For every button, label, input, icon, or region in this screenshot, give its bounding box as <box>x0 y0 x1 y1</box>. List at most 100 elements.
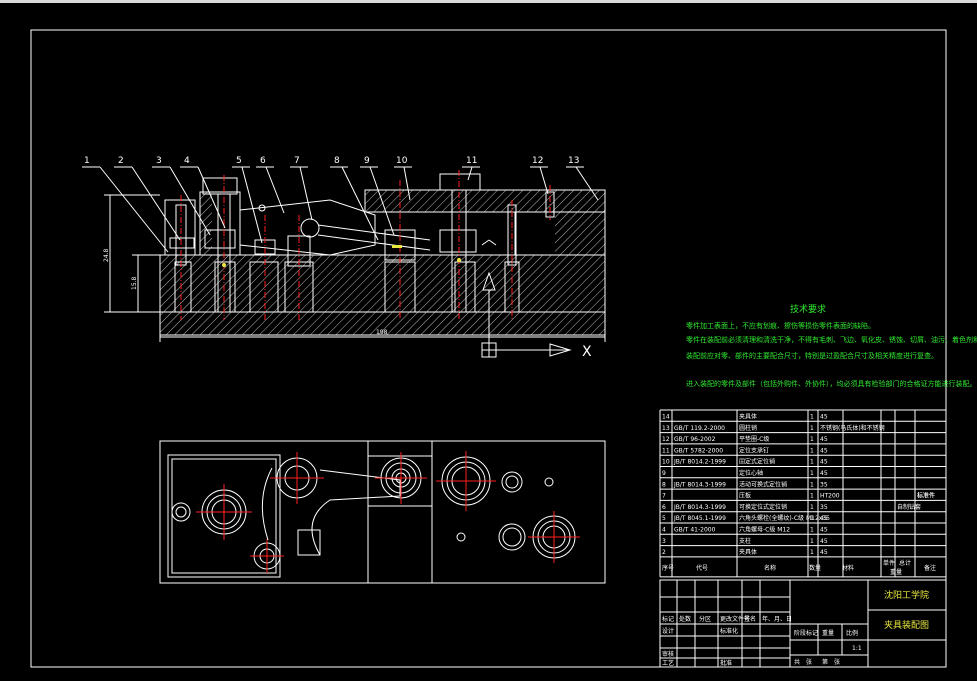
parts-cell: JB/T 8014.3-1999 <box>673 504 726 511</box>
balloon-7: 7 <box>294 156 300 166</box>
parts-cell: GB/T 41-2000 <box>674 527 716 534</box>
parts-cell: 11 <box>662 447 670 454</box>
parts-cell: JB/T 8014.3-1999 <box>673 481 726 488</box>
balloon-2: 2 <box>118 156 124 166</box>
tech-req-line-1: 零件加工表面上，不应有划痕、擦伤等损伤零件表面的缺陷。 <box>686 321 875 330</box>
parts-cell: 夹具体 <box>739 548 757 556</box>
parts-cell: 1 <box>810 527 814 534</box>
svg-text:张: 张 <box>806 658 812 666</box>
tech-req-title: 技术要求 <box>790 303 826 315</box>
balloon-3: 3 <box>156 156 162 166</box>
balloon-1: 1 <box>84 156 90 166</box>
parts-cell: 45 <box>820 414 828 421</box>
parts-cell: 13 <box>662 425 670 432</box>
parts-cell: 固定式定位销 <box>739 458 775 466</box>
svg-text:签名: 签名 <box>744 615 756 623</box>
parts-cell: 1 <box>810 493 814 500</box>
parts-cell: HT200 <box>820 493 840 500</box>
parts-cell: 1 <box>810 414 814 421</box>
balloon-10: 10 <box>396 156 408 166</box>
parts-cell: 1 <box>810 459 814 466</box>
parts-cell: GB/T 119.2-2000 <box>674 425 725 432</box>
svg-text:共: 共 <box>794 658 800 666</box>
parts-cell: 1 <box>810 504 814 511</box>
parts-cell: 45 <box>820 436 828 443</box>
parts-cell: 1 <box>810 447 814 454</box>
parts-cell: 14 <box>662 414 670 421</box>
parts-cell: 1 <box>810 515 814 522</box>
svg-text:阶段标记: 阶段标记 <box>794 629 818 637</box>
parts-cell: 35 <box>820 504 828 511</box>
parts-cell: 可换定位式定位销 <box>739 503 787 511</box>
svg-text:设计: 设计 <box>662 627 674 635</box>
balloon-8: 8 <box>334 156 340 166</box>
svg-text:第: 第 <box>822 658 828 666</box>
parts-cell: 6 <box>662 504 666 511</box>
parts-cell: 夹具体 <box>739 413 757 421</box>
balloon-6: 6 <box>260 156 266 166</box>
technical-requirements: 技术要求 零件加工表面上，不应有划痕、擦伤等损伤零件表面的缺陷。 零件在装配前必… <box>686 303 977 388</box>
parts-header: 代号 <box>696 564 708 572</box>
top-view <box>159 440 606 584</box>
parts-cell: 2 <box>662 549 666 556</box>
parts-header: 序号 <box>662 564 674 572</box>
parts-cell: 12 <box>662 436 670 443</box>
parts-cell: 1 <box>810 549 814 556</box>
svg-text:年、月、日: 年、月、日 <box>762 615 792 623</box>
dim-inner-height: 15.8 <box>131 276 138 290</box>
parts-cell: 4 <box>662 527 666 534</box>
parts-cell: 45 <box>820 549 828 556</box>
title-block: 沈阳工学院 夹具装配图 1:1 标记 处数 分区 更改文件号 签名 年、月、日 … <box>659 579 947 668</box>
parts-cell: 支柱 <box>739 537 751 545</box>
dim-overall-length: 198 <box>376 329 388 336</box>
parts-header: 备注 <box>924 564 936 572</box>
parts-cell: 1 <box>810 470 814 477</box>
cad-drawing-canvas[interactable]: 1 2 3 4 5 6 7 8 9 10 11 12 13 24.8 15.8 … <box>0 3 977 681</box>
drawing-name: 夹具装配图 <box>884 619 929 631</box>
tech-req-line-3: 装配前应对零、部件的主要配合尺寸，特别是过盈配合尺寸及相关精度进行复查。 <box>686 351 938 360</box>
parts-cell: 45 <box>820 447 828 454</box>
front-section-view <box>159 170 606 345</box>
balloon-13: 13 <box>568 156 579 166</box>
parts-cell: 45 <box>820 515 828 522</box>
balloon-4: 4 <box>184 156 190 166</box>
balloon-11: 11 <box>466 156 477 166</box>
balloon-12: 12 <box>532 156 543 166</box>
parts-cell: 平垫圈-C级 <box>739 435 769 443</box>
parts-cell: GB/T 5782-2000 <box>674 447 723 454</box>
x-axis-indicator: X <box>481 342 592 360</box>
parts-header: 数量 <box>809 564 821 572</box>
svg-text:审核: 审核 <box>662 650 674 658</box>
parts-cell: 45 <box>820 538 828 545</box>
parts-list-table: 14 夹具体 1 4513 GB/T 119.2-2000 圆柱销 1 不锈钢(马氏体)和不锈… <box>659 409 947 578</box>
parts-cell: 1 <box>810 481 814 488</box>
parts-cell: 10 <box>662 459 670 466</box>
parts-cell: 定位支承钉 <box>739 446 769 454</box>
parts-cell: 定位心轴 <box>739 469 763 477</box>
parts-cell: 活动可换式定位销 <box>739 480 787 488</box>
svg-text:分区: 分区 <box>699 615 711 623</box>
svg-text:重量: 重量 <box>822 629 834 637</box>
parts-cell: 六角螺母-C级 M12 <box>739 526 790 534</box>
svg-text:比例: 比例 <box>846 629 858 637</box>
parts-cell: JB/T 8014.2-1999 <box>673 459 726 466</box>
parts-cell: 7 <box>662 493 666 500</box>
tech-req-line-2: 零件在装配前必须清理和清洗干净，不得有毛刺、飞边、氧化皮、锈蚀、切屑、油污、着色… <box>686 335 977 344</box>
parts-cell: GB/T 96-2002 <box>674 436 716 443</box>
parts-cell: 45 <box>820 527 828 534</box>
parts-header: 材料 <box>842 564 854 572</box>
svg-text:工艺: 工艺 <box>662 659 674 667</box>
parts-header: 重量 <box>890 568 902 576</box>
parts-cell: 六角头螺栓(全螺纹)-C级 M12x35 <box>739 514 830 522</box>
parts-cell: 1 <box>810 436 814 443</box>
dim-overall-height: 24.8 <box>103 248 110 262</box>
parts-cell: 1 <box>810 538 814 545</box>
svg-text:标准化: 标准化 <box>720 627 738 635</box>
balloon-5: 5 <box>236 156 242 166</box>
parts-header: 单件 <box>883 559 895 567</box>
svg-text:处数: 处数 <box>679 615 691 623</box>
parts-cell: 不锈钢(马氏体)和不锈钢 <box>820 424 885 432</box>
parts-cell: JB/T 8045.1-1999 <box>673 515 726 522</box>
parts-cell: 45 <box>820 470 828 477</box>
svg-text:张: 张 <box>834 658 840 666</box>
